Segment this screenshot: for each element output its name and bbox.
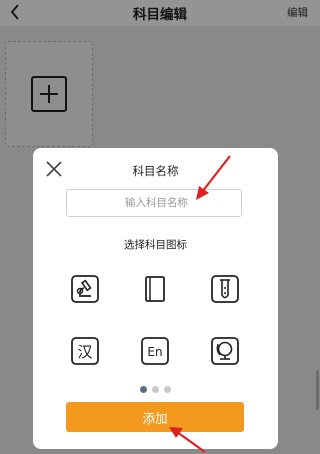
subject-icon-option[interactable]: 汉 [70,336,100,366]
icon-section-label: 选择科目图标 [124,239,187,251]
english-icon: En [141,337,169,365]
dialog-title: 科目名称 [132,164,179,178]
page-dot[interactable] [152,386,159,393]
subject-icon-option[interactable] [140,274,170,304]
test-tube-icon [211,275,239,303]
microscope-icon [71,275,99,303]
page-dot[interactable] [164,386,171,393]
subject-name-input[interactable] [66,189,242,217]
page-dot-active[interactable] [140,386,147,393]
globe-icon [211,337,239,365]
subject-icon-option[interactable] [210,274,240,304]
book-icon [145,276,165,302]
subject-icon-option[interactable]: En [140,336,170,366]
add-button[interactable]: 添加 [66,402,244,432]
svg-text:En: En [147,345,162,359]
subject-dialog: 科目名称 选择科目图标 汉 [33,148,278,449]
scrollbar[interactable] [316,370,319,410]
subject-icon-option[interactable] [210,336,240,366]
subject-icon-option[interactable] [70,274,100,304]
svg-text:汉: 汉 [77,343,92,361]
chinese-character-icon: 汉 [71,337,99,365]
pagination-dots [33,386,278,393]
